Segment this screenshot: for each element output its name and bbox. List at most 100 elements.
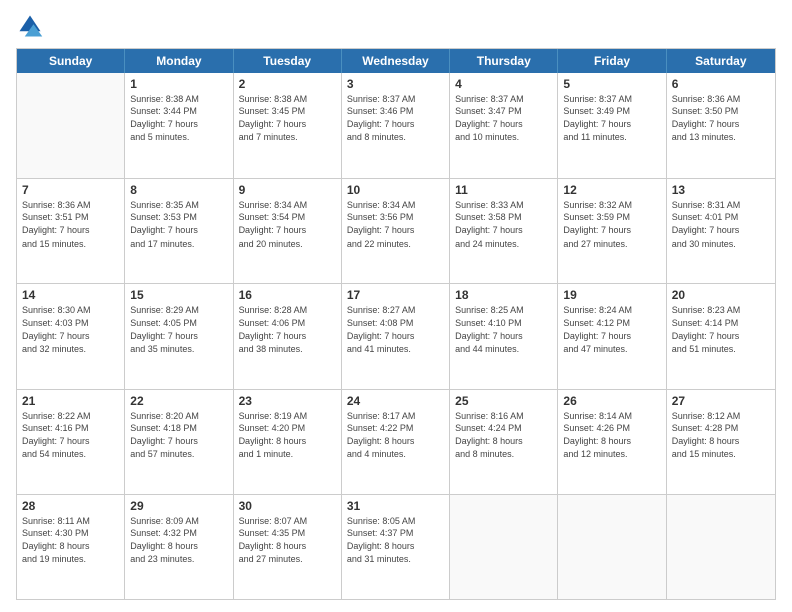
day-number: 31 <box>347 499 444 513</box>
cell-line-1: Sunset: 4:12 PM <box>563 317 660 329</box>
cell-line-1: Sunset: 3:45 PM <box>239 105 336 117</box>
day-cell-27: 27 Sunrise: 8:12 AMSunset: 4:28 PMDayligh… <box>667 390 775 494</box>
day-number: 6 <box>672 77 770 91</box>
day-number: 17 <box>347 288 444 302</box>
day-cell-21: 21Sunrise: 8:22 AMSunset: 4:16 PMDayligh… <box>17 390 125 494</box>
day-cell-20: 20Sunrise: 8:23 AMSunset: 4:14 PMDayligh… <box>667 284 775 388</box>
day-cell-1: 1Sunrise: 8:38 AMSunset: 3:44 PMDaylight… <box>125 73 233 178</box>
day-number: 8 <box>130 183 227 197</box>
cell-line-3: and 1 minute. <box>239 448 336 460</box>
day-number: 9 <box>239 183 336 197</box>
calendar-header: SundayMondayTuesdayWednesdayThursdayFrid… <box>17 49 775 73</box>
day-number: 5 <box>563 77 660 91</box>
cell-line-2: Daylight: 8 hours <box>563 435 660 447</box>
cell-line-0: Sunrise: 8:16 AM <box>455 410 552 422</box>
cell-line-1: Sunset: 4:18 PM <box>130 422 227 434</box>
cell-line-0: Sunrise: 8:31 AM <box>672 199 770 211</box>
day-number: 22 <box>130 394 227 408</box>
day-number: 11 <box>455 183 552 197</box>
cell-line-3: and 54 minutes. <box>22 448 119 460</box>
week-row-5: 28Sunrise: 8:11 AMSunset: 4:30 PMDayligh… <box>17 494 775 599</box>
cell-line-1: Sunset: 4:35 PM <box>239 527 336 539</box>
cell-line-0: Sunrise: 8:30 AM <box>22 304 119 316</box>
header <box>16 12 776 40</box>
cell-line-2: Daylight: 7 hours <box>672 118 770 130</box>
day-number: 4 <box>455 77 552 91</box>
week-row-1: 1 Sunrise: 8:38 AM Sunset: 3:44 PM Daylight… <box>17 73 775 178</box>
cell-line-0: Sunrise: 8:37 AM <box>563 93 660 105</box>
cell-line-2: Daylight: 8 hours <box>347 540 444 552</box>
day-number: 30 <box>239 499 336 513</box>
day-cell-7: 7Sunrise: 8:36 AMSunset: 3:51 PMDaylight… <box>17 179 125 283</box>
cell-line-0: Sunrise: 8:11 AM <box>22 515 119 527</box>
cell-line-0: Sunrise: 8:38 AM <box>239 93 336 105</box>
cell-line-3: and 5 minutes. <box>130 131 227 143</box>
cell-line-1: Sunset: 3:58 PM <box>455 211 552 223</box>
day-number: 24 <box>347 394 444 408</box>
cell-line-1: Sunset: 3:56 PM <box>347 211 444 223</box>
day-cell-16: 16Sunrise: 8:28 AMSunset: 4:06 PMDayligh… <box>234 284 342 388</box>
day-number: 1 <box>130 77 227 91</box>
cell-line-1: Sunset: 4:10 PM <box>455 317 552 329</box>
cell-line-2: Daylight: 7 hours <box>239 224 336 236</box>
cell-line-0: Sunrise: 8:12 AM <box>672 410 770 422</box>
cell-line-2: Daylight: 8 hours <box>130 540 227 552</box>
day-cell-15: 15Sunrise: 8:29 AMSunset: 4:05 PMDayligh… <box>125 284 233 388</box>
cell-line-1: Sunset: 3:51 PM <box>22 211 119 223</box>
cell-line-0: Sunrise: 8:34 AM <box>347 199 444 211</box>
day-number: 7 <box>22 183 119 197</box>
cell-line-1: Sunset: 4:03 PM <box>22 317 119 329</box>
day-number: 14 <box>22 288 119 302</box>
header-day-monday: Monday <box>125 49 233 73</box>
day-number: 27 <box>672 394 770 408</box>
cell-line-1: Sunset: 4:14 PM <box>672 317 770 329</box>
cell-line-1: Sunset: 4:20 PM <box>239 422 336 434</box>
cell-line-2: Daylight: 7 hours <box>22 435 119 447</box>
cell-line-1: Sunset: 4:37 PM <box>347 527 444 539</box>
cell-line-2: Daylight: 7 hours <box>563 224 660 236</box>
day-cell-4: 4Sunrise: 8:37 AMSunset: 3:47 PMDaylight… <box>450 73 558 178</box>
cell-line-0: Sunrise: 8:27 AM <box>347 304 444 316</box>
day-cell-8: 8Sunrise: 8:35 AMSunset: 3:53 PMDaylight… <box>125 179 233 283</box>
logo-icon <box>16 12 44 40</box>
cell-line-3: and 4 minutes. <box>347 448 444 460</box>
cell-line-1: Sunset: 3:49 PM <box>563 105 660 117</box>
cell-line-0: Sunrise: 8:07 AM <box>239 515 336 527</box>
cell-line-3: and 19 minutes. <box>22 553 119 565</box>
day-number: 3 <box>347 77 444 91</box>
day-cell-9: 9Sunrise: 8:34 AMSunset: 3:54 PMDaylight… <box>234 179 342 283</box>
cell-line-2: Daylight: 7 hours <box>239 118 336 130</box>
day-cell-11: 11Sunrise: 8:33 AMSunset: 3:58 PMDayligh… <box>450 179 558 283</box>
cell-line-0: Sunrise: 8:34 AM <box>239 199 336 211</box>
cell-line-2: Daylight: 8 hours <box>239 435 336 447</box>
day-number: 26 <box>563 394 660 408</box>
cell-line-3: and 38 minutes. <box>239 343 336 355</box>
day-cell-5: 5Sunrise: 8:37 AMSunset: 3:49 PMDaylight… <box>558 73 666 178</box>
day-number: 13 <box>672 183 770 197</box>
day-cell-23: 23Sunrise: 8:19 AMSunset: 4:20 PMDayligh… <box>234 390 342 494</box>
header-day-saturday: Saturday <box>667 49 775 73</box>
cell-line-1: Sunset: 4:26 PM <box>563 422 660 434</box>
cell-line-3: and 31 minutes. <box>347 553 444 565</box>
calendar: SundayMondayTuesdayWednesdayThursdayFrid… <box>16 48 776 600</box>
cell-line-3: and 51 minutes. <box>672 343 770 355</box>
cell-line-1: Sunset: 3:50 PM <box>672 105 770 117</box>
cell-line-2: Daylight: 8 hours <box>239 540 336 552</box>
day-number: 12 <box>563 183 660 197</box>
cell-line-3: and 41 minutes. <box>347 343 444 355</box>
cell-line-1: Sunset: 4:01 PM <box>672 211 770 223</box>
cell-line-1: Sunset: 4:30 PM <box>22 527 119 539</box>
cell-line-2: Daylight: 8 hours <box>672 435 770 447</box>
cell-line-0: Sunrise: 8:17 AM <box>347 410 444 422</box>
cell-line-0: Sunrise: 8:09 AM <box>130 515 227 527</box>
cell-line-2: Daylight: 7 hours <box>130 330 227 342</box>
cell-line-1: Sunset: 3:44 PM <box>130 105 227 117</box>
day-cell-3: 3Sunrise: 8:37 AMSunset: 3:46 PMDaylight… <box>342 73 450 178</box>
empty-cell-0-0 <box>17 73 125 178</box>
cell-line-3: and 11 minutes. <box>563 131 660 143</box>
day-number: 29 <box>130 499 227 513</box>
cell-line-1: Sunset: 4:28 PM <box>672 422 770 434</box>
cell-line-3: and 7 minutes. <box>239 131 336 143</box>
cell-line-2: Daylight: 7 hours <box>563 330 660 342</box>
cell-line-0: Sunrise: 8:29 AM <box>130 304 227 316</box>
